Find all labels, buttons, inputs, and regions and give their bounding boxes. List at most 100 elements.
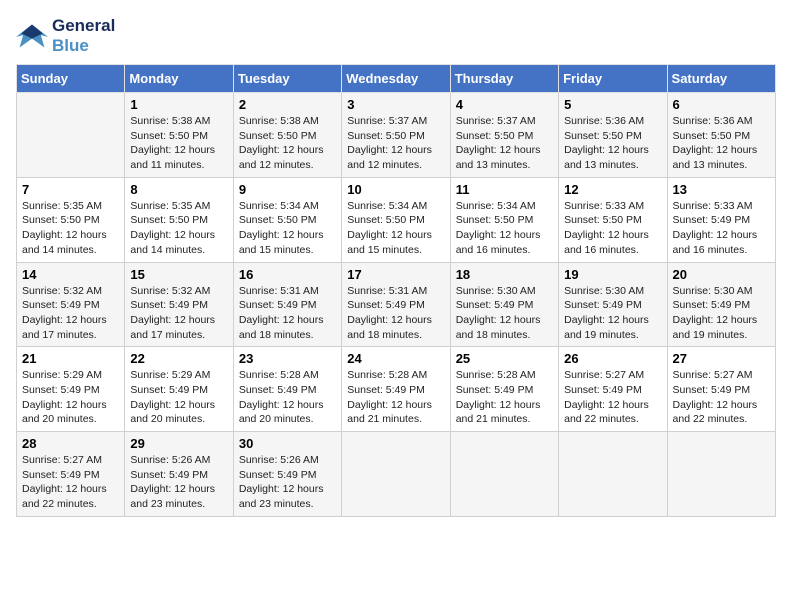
- calendar-cell: 21Sunrise: 5:29 AM Sunset: 5:49 PM Dayli…: [17, 347, 125, 432]
- day-info: Sunrise: 5:27 AM Sunset: 5:49 PM Dayligh…: [564, 368, 661, 427]
- calendar-cell: 5 Sunrise: 5:36 AM Sunset: 5:50 PM Daylig…: [559, 93, 667, 178]
- calendar-cell: 22 Sunrise: 5:29 AM Sunset: 5:49 PM Dayli…: [125, 347, 233, 432]
- day-info: Sunrise: 5:33 AM Sunset: 5:50 PM Dayligh…: [564, 199, 661, 258]
- day-info: Sunrise: 5:29 AM Sunset: 5:49 PM Dayligh…: [22, 368, 119, 427]
- day-info: Sunrise: 5:30 AM Sunset: 5:49 PM Dayligh…: [564, 284, 661, 343]
- calendar-cell: 1 Sunrise: 5:38 AM Sunset: 5:50 PM Daylig…: [125, 93, 233, 178]
- day-info: Sunrise: 5:32 AM Sunset: 5:49 PM Dayligh…: [22, 284, 119, 343]
- day-number: 14: [22, 267, 119, 282]
- calendar-cell: 20 Sunrise: 5:30 AM Sunset: 5:49 PM Dayli…: [667, 262, 775, 347]
- day-number: 7: [22, 182, 119, 197]
- calendar-cell: 19Sunrise: 5:30 AM Sunset: 5:49 PM Dayli…: [559, 262, 667, 347]
- col-header-monday: Monday: [125, 65, 233, 93]
- calendar-cell: 29Sunrise: 5:26 AM Sunset: 5:49 PM Dayli…: [125, 432, 233, 517]
- day-number: 20: [673, 267, 770, 282]
- day-info: Sunrise: 5:34 AM Sunset: 5:50 PM Dayligh…: [347, 199, 444, 258]
- calendar-cell: 7 Sunrise: 5:35 AM Sunset: 5:50 PM Daylig…: [17, 177, 125, 262]
- day-number: 18: [456, 267, 553, 282]
- day-number: 22: [130, 351, 227, 366]
- calendar-cell: [559, 432, 667, 517]
- day-info: Sunrise: 5:29 AM Sunset: 5:49 PM Dayligh…: [130, 368, 227, 427]
- calendar-cell: 30 Sunrise: 5:26 AM Sunset: 5:49 PM Dayli…: [233, 432, 341, 517]
- day-number: 1: [130, 97, 227, 112]
- day-number: 3: [347, 97, 444, 112]
- calendar-cell: 12 Sunrise: 5:33 AM Sunset: 5:50 PM Dayli…: [559, 177, 667, 262]
- calendar-cell: 6 Sunrise: 5:36 AM Sunset: 5:50 PM Daylig…: [667, 93, 775, 178]
- day-info: Sunrise: 5:31 AM Sunset: 5:49 PM Dayligh…: [239, 284, 336, 343]
- logo: General Blue: [16, 16, 115, 56]
- day-number: 24: [347, 351, 444, 366]
- day-info: Sunrise: 5:37 AM Sunset: 5:50 PM Dayligh…: [456, 114, 553, 173]
- calendar-cell: 9 Sunrise: 5:34 AM Sunset: 5:50 PM Daylig…: [233, 177, 341, 262]
- calendar-cell: 8 Sunrise: 5:35 AM Sunset: 5:50 PM Daylig…: [125, 177, 233, 262]
- calendar-cell: 26 Sunrise: 5:27 AM Sunset: 5:49 PM Dayli…: [559, 347, 667, 432]
- day-info: Sunrise: 5:38 AM Sunset: 5:50 PM Dayligh…: [130, 114, 227, 173]
- day-info: Sunrise: 5:26 AM Sunset: 5:49 PM Dayligh…: [239, 453, 336, 512]
- day-info: Sunrise: 5:35 AM Sunset: 5:50 PM Dayligh…: [22, 199, 119, 258]
- col-header-tuesday: Tuesday: [233, 65, 341, 93]
- calendar-table: SundayMondayTuesdayWednesdayThursdayFrid…: [16, 64, 776, 517]
- day-number: 2: [239, 97, 336, 112]
- day-info: Sunrise: 5:36 AM Sunset: 5:50 PM Dayligh…: [673, 114, 770, 173]
- calendar-cell: 10 Sunrise: 5:34 AM Sunset: 5:50 PM Dayli…: [342, 177, 450, 262]
- calendar-cell: 4 Sunrise: 5:37 AM Sunset: 5:50 PM Daylig…: [450, 93, 558, 178]
- day-number: 13: [673, 182, 770, 197]
- calendar-cell: 27Sunrise: 5:27 AM Sunset: 5:49 PM Dayli…: [667, 347, 775, 432]
- day-info: Sunrise: 5:28 AM Sunset: 5:49 PM Dayligh…: [239, 368, 336, 427]
- day-number: 27: [673, 351, 770, 366]
- day-number: 10: [347, 182, 444, 197]
- calendar-cell: 13 Sunrise: 5:33 AM Sunset: 5:49 PM Dayli…: [667, 177, 775, 262]
- calendar-cell: 15 Sunrise: 5:32 AM Sunset: 5:49 PM Dayli…: [125, 262, 233, 347]
- calendar-cell: 24 Sunrise: 5:28 AM Sunset: 5:49 PM Dayli…: [342, 347, 450, 432]
- calendar-cell: [667, 432, 775, 517]
- day-number: 11: [456, 182, 553, 197]
- col-header-thursday: Thursday: [450, 65, 558, 93]
- day-number: 17: [347, 267, 444, 282]
- day-number: 4: [456, 97, 553, 112]
- col-header-saturday: Saturday: [667, 65, 775, 93]
- day-info: Sunrise: 5:35 AM Sunset: 5:50 PM Dayligh…: [130, 199, 227, 258]
- day-info: Sunrise: 5:28 AM Sunset: 5:49 PM Dayligh…: [456, 368, 553, 427]
- calendar-cell: 2Sunrise: 5:38 AM Sunset: 5:50 PM Daylig…: [233, 93, 341, 178]
- day-info: Sunrise: 5:33 AM Sunset: 5:49 PM Dayligh…: [673, 199, 770, 258]
- day-info: Sunrise: 5:31 AM Sunset: 5:49 PM Dayligh…: [347, 284, 444, 343]
- day-number: 16: [239, 267, 336, 282]
- day-number: 25: [456, 351, 553, 366]
- day-info: Sunrise: 5:34 AM Sunset: 5:50 PM Dayligh…: [239, 199, 336, 258]
- day-number: 6: [673, 97, 770, 112]
- col-header-wednesday: Wednesday: [342, 65, 450, 93]
- day-info: Sunrise: 5:34 AM Sunset: 5:50 PM Dayligh…: [456, 199, 553, 258]
- day-number: 15: [130, 267, 227, 282]
- day-number: 12: [564, 182, 661, 197]
- day-info: Sunrise: 5:30 AM Sunset: 5:49 PM Dayligh…: [456, 284, 553, 343]
- calendar-cell: [17, 93, 125, 178]
- day-info: Sunrise: 5:28 AM Sunset: 5:49 PM Dayligh…: [347, 368, 444, 427]
- day-info: Sunrise: 5:27 AM Sunset: 5:49 PM Dayligh…: [22, 453, 119, 512]
- calendar-cell: 18 Sunrise: 5:30 AM Sunset: 5:49 PM Dayli…: [450, 262, 558, 347]
- day-number: 8: [130, 182, 227, 197]
- calendar-cell: 14 Sunrise: 5:32 AM Sunset: 5:49 PM Dayli…: [17, 262, 125, 347]
- logo-icon: [16, 22, 48, 50]
- calendar-cell: 3 Sunrise: 5:37 AM Sunset: 5:50 PM Daylig…: [342, 93, 450, 178]
- calendar-cell: 11 Sunrise: 5:34 AM Sunset: 5:50 PM Dayli…: [450, 177, 558, 262]
- day-number: 26: [564, 351, 661, 366]
- day-number: 30: [239, 436, 336, 451]
- calendar-cell: 25 Sunrise: 5:28 AM Sunset: 5:49 PM Dayli…: [450, 347, 558, 432]
- day-number: 28: [22, 436, 119, 451]
- day-number: 5: [564, 97, 661, 112]
- calendar-week-1: 1 Sunrise: 5:38 AM Sunset: 5:50 PM Daylig…: [17, 93, 776, 178]
- day-info: Sunrise: 5:26 AM Sunset: 5:49 PM Dayligh…: [130, 453, 227, 512]
- day-info: Sunrise: 5:30 AM Sunset: 5:49 PM Dayligh…: [673, 284, 770, 343]
- calendar-cell: 17 Sunrise: 5:31 AM Sunset: 5:49 PM Dayli…: [342, 262, 450, 347]
- day-number: 9: [239, 182, 336, 197]
- calendar-week-3: 14 Sunrise: 5:32 AM Sunset: 5:49 PM Dayli…: [17, 262, 776, 347]
- calendar-cell: 16 Sunrise: 5:31 AM Sunset: 5:49 PM Dayli…: [233, 262, 341, 347]
- day-info: Sunrise: 5:36 AM Sunset: 5:50 PM Dayligh…: [564, 114, 661, 173]
- calendar-week-2: 7 Sunrise: 5:35 AM Sunset: 5:50 PM Daylig…: [17, 177, 776, 262]
- calendar-cell: 28 Sunrise: 5:27 AM Sunset: 5:49 PM Dayli…: [17, 432, 125, 517]
- logo-text: General Blue: [52, 16, 115, 56]
- col-header-friday: Friday: [559, 65, 667, 93]
- day-info: Sunrise: 5:37 AM Sunset: 5:50 PM Dayligh…: [347, 114, 444, 173]
- day-info: Sunrise: 5:32 AM Sunset: 5:49 PM Dayligh…: [130, 284, 227, 343]
- calendar-cell: [342, 432, 450, 517]
